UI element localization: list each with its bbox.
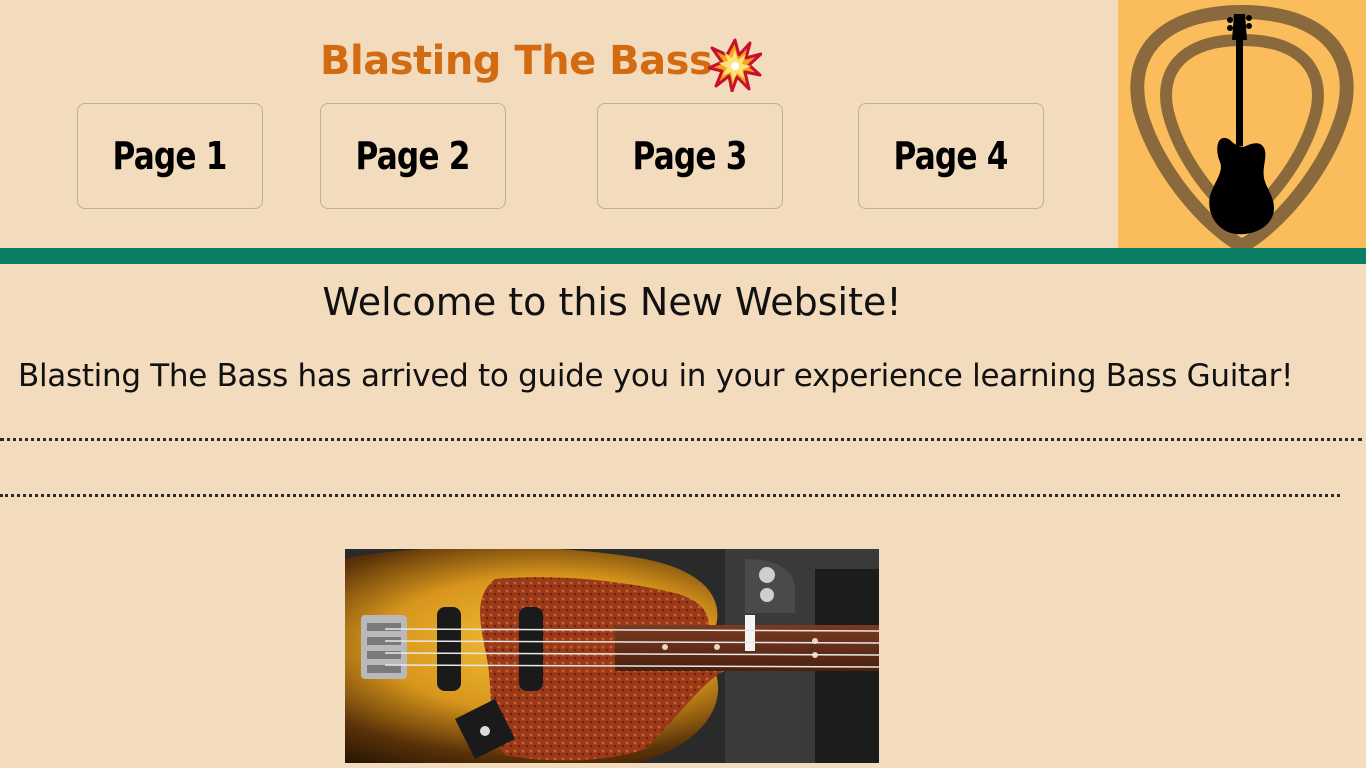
nav-button-page-4[interactable]: Page 4 (858, 103, 1044, 209)
nav-button-label: Page 4 (893, 134, 1009, 178)
bass-guitar-photo (345, 549, 879, 763)
header-divider (0, 248, 1366, 264)
dotted-divider (0, 494, 1340, 497)
nav-button-page-2[interactable]: Page 2 (320, 103, 506, 209)
bass-guitar-pick-icon (1130, 4, 1354, 248)
dotted-divider (0, 438, 1362, 441)
collision-burst-icon (707, 38, 763, 93)
nav-button-label: Page 2 (355, 134, 471, 178)
intro-text: Blasting The Bass has arrived to guide y… (18, 358, 1294, 394)
nav-button-label: Page 1 (112, 134, 228, 178)
site-title: Blasting The Bass (320, 38, 713, 84)
nav-button-page-1[interactable]: Page 1 (77, 103, 263, 209)
nav-button-page-3[interactable]: Page 3 (597, 103, 783, 209)
nav-button-label: Page 3 (632, 134, 748, 178)
site-header: Blasting The Bass Page 1 Page 2 Page 3 P… (0, 0, 1366, 248)
welcome-heading: Welcome to this New Website! (322, 280, 902, 324)
site-logo (1118, 0, 1366, 248)
